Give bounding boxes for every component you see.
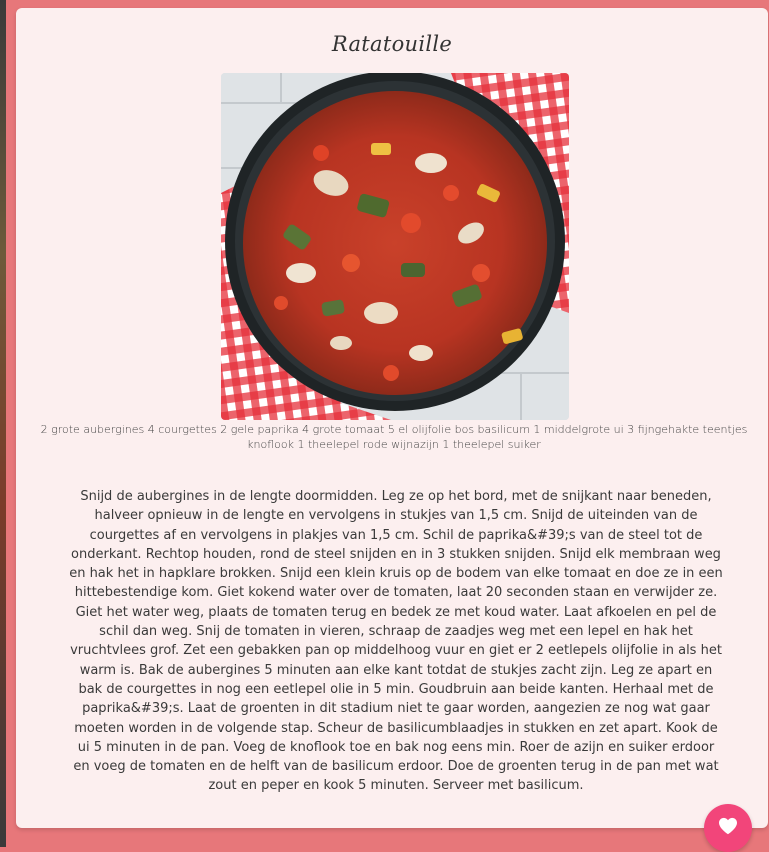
recipe-card: Ratatouille 2 grote aubergines 4 courget… bbox=[16, 8, 768, 828]
recipe-image bbox=[221, 73, 569, 420]
ingredients-list: 2 grote aubergines 4 courgettes 2 gele p… bbox=[40, 423, 748, 451]
favorite-button[interactable] bbox=[704, 804, 752, 852]
background-edge bbox=[0, 0, 6, 847]
instructions-text: Snijd de aubergines in de lengte doormid… bbox=[69, 489, 723, 794]
recipe-title: Ratatouille bbox=[331, 32, 453, 56]
heart-icon bbox=[718, 817, 738, 839]
